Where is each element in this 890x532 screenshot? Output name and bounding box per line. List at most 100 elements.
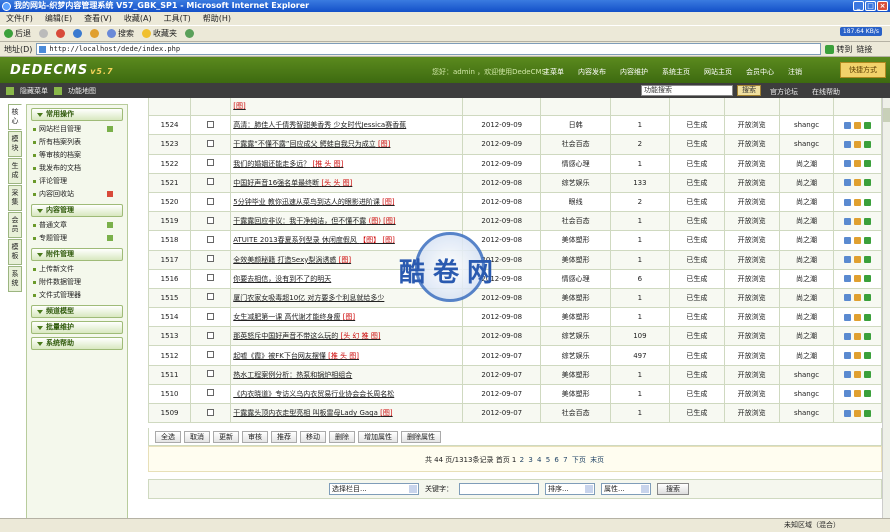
edit-icon[interactable] — [854, 352, 862, 360]
select-all-button[interactable]: 全选 — [155, 430, 181, 443]
edit-icon[interactable] — [854, 256, 862, 264]
view-icon[interactable] — [844, 217, 852, 225]
forward-arrow-icon[interactable] — [39, 29, 48, 38]
page-link[interactable]: 3 — [528, 456, 532, 464]
sidebar-item-topic[interactable]: 专题管理 — [27, 232, 127, 245]
update-button[interactable]: 更新 — [213, 430, 239, 443]
edit-icon[interactable] — [854, 121, 862, 129]
history-icon[interactable] — [185, 29, 194, 38]
row-checkbox[interactable] — [207, 351, 215, 359]
article-title-link[interactable]: 起嘘《霞》被FK下台网友摆懂 — [233, 352, 326, 360]
article-title-link[interactable]: 干露露“不懂不露”回应成父 鳄蛙自我只为成立 — [233, 140, 375, 148]
row-checkbox[interactable] — [207, 197, 215, 205]
edit-icon[interactable] — [854, 332, 862, 340]
hide-menu-link[interactable]: 隐藏菜单 — [20, 86, 48, 96]
row-checkbox[interactable] — [207, 120, 215, 128]
row-checkbox[interactable] — [207, 235, 215, 243]
menu-favorites[interactable]: 收藏(A) — [124, 12, 152, 25]
refresh-icon[interactable] — [73, 29, 82, 38]
row-checkbox[interactable] — [207, 274, 215, 282]
sidebar-item-pending[interactable]: 等审核的档案 — [27, 149, 127, 162]
address-input[interactable]: http://localhost/dede/index.php — [36, 43, 822, 55]
add-icon[interactable] — [107, 126, 113, 132]
minimize-button[interactable]: _ — [853, 1, 864, 11]
delete-button[interactable]: 删除 — [329, 430, 355, 443]
favorites-button[interactable]: 收藏夹 — [142, 28, 177, 39]
article-title-link[interactable]: 5分钟毕业 教你迅速从菜鸟到达人的眼影进阶课 — [233, 198, 380, 206]
tab-collect[interactable]: 采集 — [8, 185, 22, 211]
order-select[interactable]: 排序... — [545, 483, 595, 495]
article-title-link[interactable]: 中国好声音16强名单最终断 — [233, 179, 319, 187]
next-page-link[interactable]: 下页 — [572, 456, 586, 464]
article-title-link[interactable]: 干露露头顶内衣走型亮相 叫板雷母Lady Gaga — [233, 409, 378, 417]
menu-file[interactable]: 文件(F) — [6, 12, 33, 25]
preview-icon[interactable] — [864, 275, 872, 283]
preview-icon[interactable] — [864, 352, 872, 360]
article-title-link[interactable]: 干露露回应非议：我干净纯洁，但不懂不露 — [233, 217, 366, 225]
function-map-link[interactable]: 功能地图 — [68, 86, 96, 96]
preview-icon[interactable] — [864, 332, 872, 340]
sidebar-item-article[interactable]: 普通文章 — [27, 219, 127, 232]
sidebar-item-attach-data[interactable]: 附件数据管理 — [27, 276, 127, 289]
page-link[interactable]: 5 — [546, 456, 550, 464]
edit-icon[interactable] — [854, 140, 862, 148]
edit-icon[interactable] — [854, 371, 862, 379]
edit-icon[interactable] — [854, 409, 862, 417]
view-icon[interactable] — [844, 198, 852, 206]
attr-select[interactable]: 属性... — [601, 483, 651, 495]
cancel-button[interactable]: 取消 — [184, 430, 210, 443]
vertical-scrollbar[interactable] — [882, 98, 890, 526]
add-icon[interactable] — [107, 235, 113, 241]
sidebar-item-all-archives[interactable]: 所有档案列表 — [27, 136, 127, 149]
preview-icon[interactable] — [864, 198, 872, 206]
search-button[interactable]: 搜索 — [107, 28, 134, 39]
sidebar-item-upload[interactable]: 上传新文件 — [27, 263, 127, 276]
edit-icon[interactable] — [854, 198, 862, 206]
article-title-link[interactable]: 热水工程案例分析：热泵和锅炉相组合 — [233, 371, 352, 379]
nav-site-home[interactable]: 网站主页 — [704, 67, 732, 77]
preview-icon[interactable] — [864, 313, 872, 321]
article-title-link[interactable]: 女生减肥第一课 高代谢才能终身瘦 — [233, 313, 340, 321]
last-page-link[interactable]: 末页 — [590, 456, 604, 464]
preview-icon[interactable] — [864, 217, 872, 225]
go-button[interactable]: 转到 — [825, 44, 852, 55]
view-icon[interactable] — [844, 160, 852, 168]
sidebar-item-recycle[interactable]: 内容回收站 — [27, 188, 127, 201]
maximize-button[interactable]: □ — [865, 1, 876, 11]
page-link[interactable]: 7 — [563, 456, 567, 464]
function-search-button[interactable]: 搜索 — [737, 85, 761, 96]
tab-modules[interactable]: 模块 — [8, 131, 22, 157]
sidebar-item-my-docs[interactable]: 我发布的文档 — [27, 162, 127, 175]
view-icon[interactable] — [844, 409, 852, 417]
tab-generate[interactable]: 生成 — [8, 158, 22, 184]
row-checkbox[interactable] — [207, 312, 215, 320]
row-checkbox[interactable] — [207, 216, 215, 224]
edit-icon[interactable] — [854, 390, 862, 398]
sidebar-item-comments[interactable]: 评论管理 — [27, 175, 127, 188]
preview-icon[interactable] — [864, 160, 872, 168]
view-icon[interactable] — [844, 121, 852, 129]
keyword-input[interactable] — [459, 483, 539, 495]
preview-icon[interactable] — [864, 121, 872, 129]
article-title-link[interactable]: 《内衣晓道》专访义乌内衣贸易行业协会会长周名松 — [233, 390, 394, 398]
add-icon[interactable] — [107, 222, 113, 228]
article-title-link[interactable]: 全效美颜秘籍 打造Sexy梨涡诱惑 — [233, 256, 336, 264]
edit-icon[interactable] — [854, 179, 862, 187]
view-icon[interactable] — [844, 179, 852, 187]
row-checkbox[interactable] — [207, 389, 215, 397]
edit-icon[interactable] — [854, 217, 862, 225]
article-title-link[interactable]: 我们的婚姻还能走多远？ — [233, 160, 310, 168]
view-icon[interactable] — [844, 140, 852, 148]
menu-edit[interactable]: 编辑(E) — [45, 12, 72, 25]
sidebar-section-batch[interactable]: 批量维护 — [31, 321, 123, 334]
menu-tools[interactable]: 工具(T) — [164, 12, 191, 25]
nav-system-home[interactable]: 系统主页 — [662, 67, 690, 77]
sidebar-section-content[interactable]: 内容管理 — [31, 204, 123, 217]
edit-icon[interactable] — [854, 160, 862, 168]
menu-view[interactable]: 查看(V) — [84, 12, 112, 25]
preview-icon[interactable] — [864, 256, 872, 264]
forum-link[interactable]: 官方论坛 — [770, 87, 798, 97]
stop-icon[interactable] — [56, 29, 65, 38]
close-button[interactable]: × — [877, 1, 888, 11]
move-button[interactable]: 移动 — [300, 430, 326, 443]
